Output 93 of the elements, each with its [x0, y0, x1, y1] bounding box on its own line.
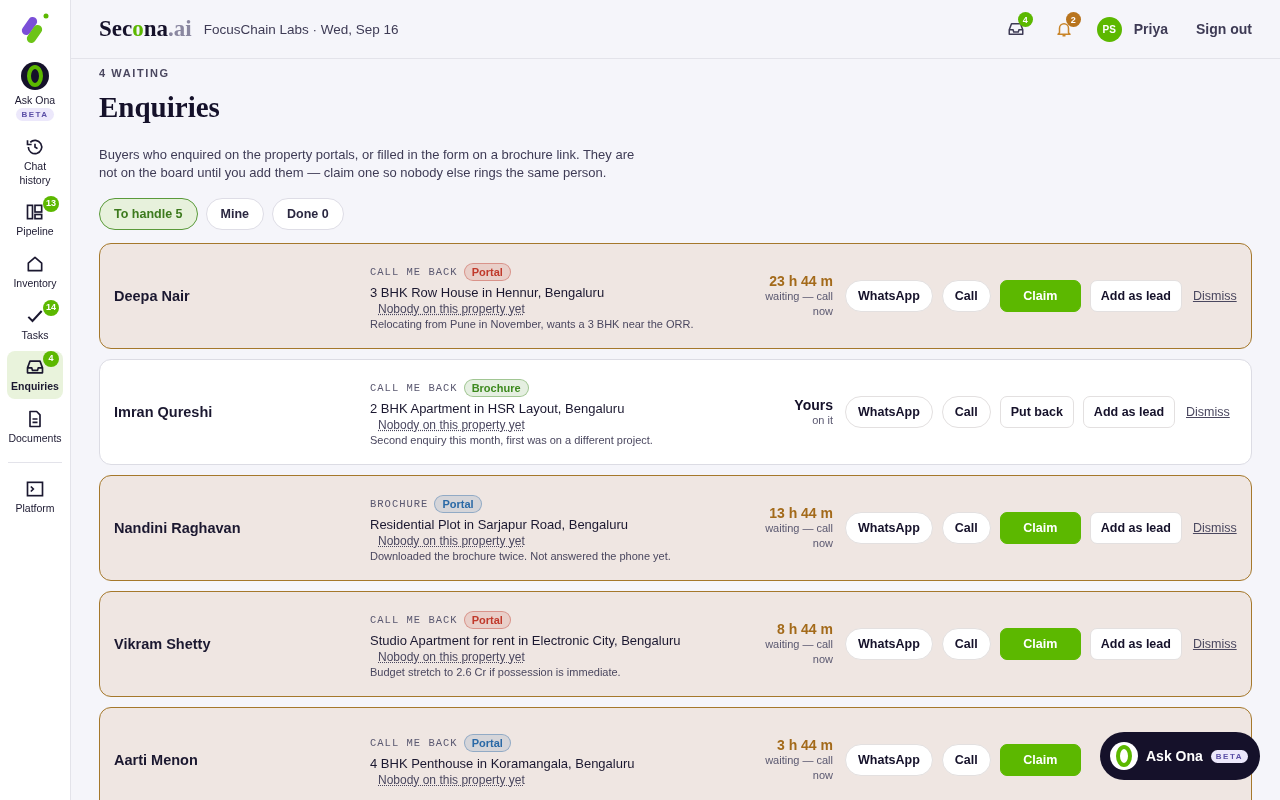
enquiry-type: CALL ME BACK	[370, 381, 458, 394]
enquiry-type: CALL ME BACK	[370, 736, 458, 749]
enquiry-type: CALL ME BACK	[370, 613, 458, 626]
source-tag: Portal	[463, 610, 511, 629]
org-date: FocusChain Labs · Wed, Sep 16	[203, 21, 399, 37]
filter-tab[interactable]: Done 0	[272, 198, 344, 231]
action-button[interactable]: Add as lead	[1089, 512, 1182, 545]
waiting-time: 23 h 44 m	[769, 273, 833, 289]
waiting-time: 3 h 44 m	[776, 737, 833, 753]
enquiry-note: Budget stretch to 2.6 Cr if possession is immediate.	[370, 665, 622, 678]
status-note: waiting — call now	[764, 753, 833, 784]
count-badge: 4	[43, 351, 59, 368]
nav-item[interactable]: Chat history	[7, 131, 63, 193]
status-note: waiting — call now	[764, 637, 833, 668]
property-name: Residential Plot in Sarjapur Road, Bengaluru	[370, 516, 629, 532]
status-note: waiting — call now	[764, 521, 833, 552]
buyer-name: Aarti Menon	[114, 752, 199, 769]
action-button[interactable]: Call	[941, 512, 991, 545]
filter-tab[interactable]: Mine	[205, 198, 264, 231]
assistant-avatar-icon	[21, 62, 49, 90]
action-button[interactable]: Add as lead	[1082, 396, 1176, 429]
nav-item[interactable]: Tasks 14	[7, 299, 63, 348]
source-tag: Portal	[434, 494, 482, 513]
action-button[interactable]: WhatsApp	[845, 512, 933, 545]
history-icon	[25, 137, 45, 157]
source-tag: Portal	[463, 733, 511, 752]
action-button[interactable]: Call	[941, 744, 991, 777]
buyer-name: Vikram Shetty	[114, 636, 212, 653]
action-button[interactable]: Add as lead	[1089, 628, 1182, 661]
beta-badge: BETA	[16, 108, 54, 121]
count-badge: 4	[1017, 12, 1033, 27]
enquiry-type: CALL ME BACK	[370, 265, 458, 278]
agent-link[interactable]: Nobody on this property yet	[378, 533, 525, 548]
waiting-count: 4 WAITING	[99, 67, 171, 79]
dismiss-link[interactable]: Dismiss	[1186, 405, 1230, 420]
dismiss-link[interactable]: Dismiss	[1192, 289, 1237, 304]
bell-icon	[1054, 20, 1073, 38]
enquiry-type: BROCHURE	[370, 497, 429, 510]
waiting-time: 8 h 44 m	[776, 621, 833, 637]
dismiss-link[interactable]: Dismiss	[1192, 637, 1237, 652]
status-note: on it	[811, 412, 833, 428]
nav-item[interactable]: Platform	[7, 473, 63, 522]
board-icon	[25, 202, 45, 223]
action-button[interactable]: Put back	[999, 396, 1074, 429]
agent-link[interactable]: Nobody on this property yet	[378, 417, 525, 432]
filter-tab[interactable]: To handle 5	[99, 198, 198, 231]
status-note: waiting — call now	[764, 289, 833, 320]
enquiry-note: Relocating from Pune in November, wants a 3 BHK near the ORR.	[370, 317, 695, 330]
beta-badge: BETA	[1210, 749, 1248, 763]
count-badge: 2	[1065, 12, 1081, 27]
action-button[interactable]: WhatsApp	[845, 744, 933, 777]
buyer-name: Imran Qureshi	[114, 404, 214, 421]
action-button[interactable]: WhatsApp	[845, 396, 933, 429]
nav-item[interactable]: Enquiries 4	[7, 351, 63, 399]
waiting-time: 13 h 44 m	[769, 505, 833, 521]
count-badge: 13	[43, 196, 59, 213]
action-button[interactable]: Call	[941, 396, 991, 429]
nav-item[interactable]: Pipeline 13	[7, 196, 63, 244]
action-button[interactable]: Call	[941, 628, 991, 661]
user-name: Priya	[1133, 21, 1168, 37]
buyer-name: Nandini Raghavan	[114, 520, 242, 537]
owner-status: Yours	[794, 396, 833, 413]
sign-out-link[interactable]: Sign out	[1196, 21, 1252, 37]
page-title: Enquiries	[99, 91, 221, 124]
agent-link[interactable]: Nobody on this property yet	[378, 301, 525, 316]
ask-ona-button[interactable]: Ask Ona BETA	[1100, 732, 1260, 780]
nav-item[interactable]: Documents	[7, 402, 63, 451]
nav-label[interactable]: Ask Ona	[14, 94, 56, 106]
property-name: 4 BHK Penthouse in Koramangala, Bengaluru	[370, 755, 636, 771]
action-button[interactable]: Add as lead	[1089, 280, 1182, 313]
dismiss-link[interactable]: Dismiss	[1192, 521, 1237, 536]
property-name: 3 BHK Row House in Hennur, Bengaluru	[370, 284, 606, 300]
logo-icon	[20, 12, 50, 46]
property-name: 2 BHK Apartment in HSR Layout, Bengaluru	[370, 400, 626, 416]
nav-item[interactable]: Inventory	[7, 247, 63, 296]
buyer-name: Deepa Nair	[114, 288, 191, 305]
inbox-icon	[1006, 20, 1025, 38]
notifications-button[interactable]: 2	[1048, 14, 1079, 44]
enquiry-note: Downloaded the brochure twice. Not answered the phone yet.	[370, 549, 672, 562]
terminal-icon	[25, 479, 45, 500]
property-name: Studio Apartment for rent in Electronic City, Bengaluru	[370, 632, 682, 648]
enquiry-note: Second enquiry this month, first was on a different project.	[370, 433, 654, 446]
source-tag: Brochure	[463, 378, 529, 397]
assistant-icon	[1110, 742, 1138, 770]
intro-text: Buyers who enquired on the property portals, or filled in the form on a brochure link. They are not on the board until you add them — claim one so nobody else rings the same person.	[99, 146, 636, 183]
action-button[interactable]: WhatsApp	[845, 628, 933, 661]
count-badge: 14	[43, 299, 59, 316]
agent-link[interactable]: Nobody on this property yet	[378, 772, 525, 787]
source-tag: Portal	[463, 262, 511, 281]
action-button[interactable]: WhatsApp	[845, 280, 933, 313]
brand-logo: Secona.ai	[99, 16, 192, 42]
agent-link[interactable]: Nobody on this property yet	[378, 649, 525, 664]
action-button[interactable]: Call	[941, 280, 991, 313]
